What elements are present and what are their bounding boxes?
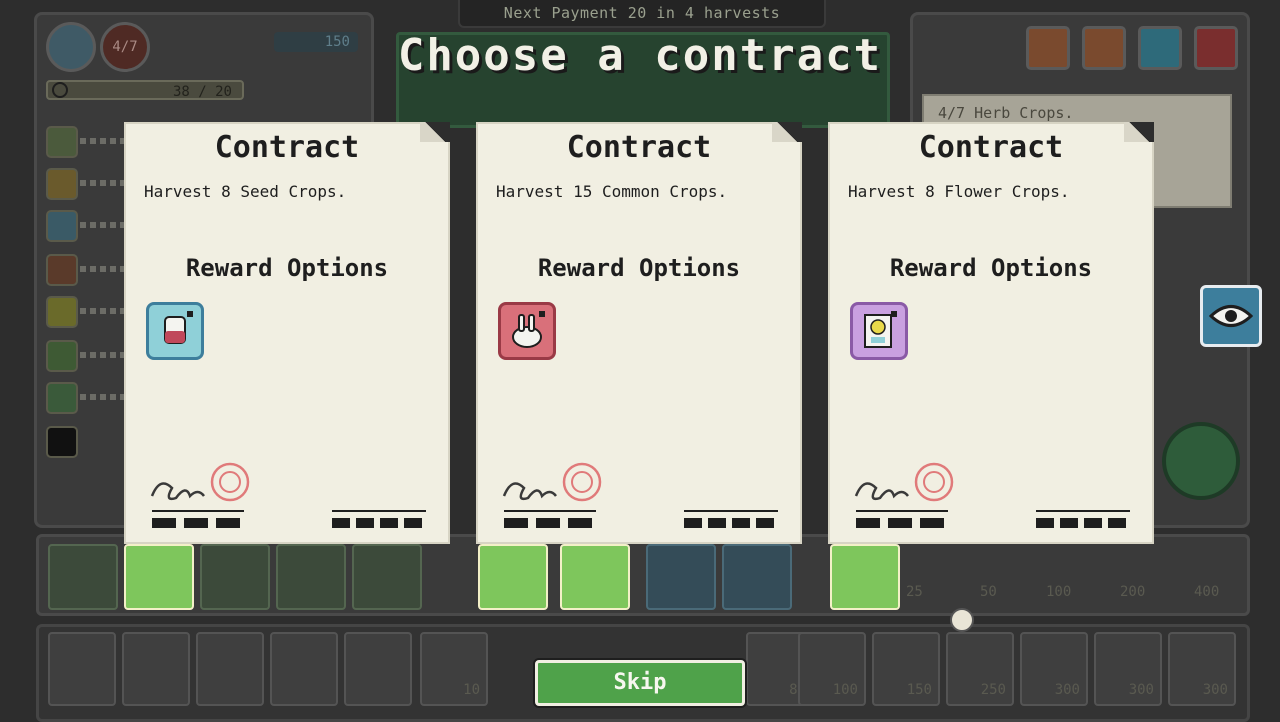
plot-slot[interactable]: 100 bbox=[798, 632, 866, 706]
book-button[interactable] bbox=[1082, 26, 1126, 70]
plot-slot[interactable]: 250 bbox=[946, 632, 1014, 706]
plot-slot[interactable] bbox=[122, 632, 190, 706]
potion-glyph-icon bbox=[164, 311, 193, 344]
date-line bbox=[684, 510, 778, 512]
hand-slot-price: 50 bbox=[980, 584, 997, 600]
slot-price: 100 bbox=[832, 682, 858, 698]
hand-cursor-icon bbox=[950, 608, 974, 632]
crop-progress-line bbox=[80, 352, 130, 358]
reward-options-heading: Reward Options bbox=[537, 254, 741, 282]
progress-dot-icon bbox=[52, 82, 68, 98]
signature-dashes bbox=[152, 518, 244, 528]
hand-slot-price: 200 bbox=[1120, 584, 1146, 600]
plot-slot[interactable]: 10 bbox=[420, 632, 488, 706]
contract-description: Harvest 15 Common Crops. bbox=[496, 182, 728, 201]
reward-options-heading: Reward Options bbox=[889, 254, 1093, 282]
hand-card[interactable] bbox=[276, 544, 346, 610]
weather-icon bbox=[46, 22, 96, 72]
side-note-text: 4/7 Herb Crops. bbox=[938, 104, 1074, 122]
crop-progress-line bbox=[80, 222, 130, 228]
crop-progress-line bbox=[80, 266, 130, 272]
plot-slot[interactable] bbox=[270, 632, 338, 706]
hand-slot-price: 400 bbox=[1194, 584, 1220, 600]
leaf-crop-icon bbox=[46, 168, 78, 200]
reward-options-heading: Reward Options bbox=[185, 254, 389, 282]
signature-dashes bbox=[504, 518, 596, 528]
plot-slot[interactable]: 150 bbox=[872, 632, 940, 706]
signature-dashes bbox=[856, 518, 948, 528]
flower-crop-icon bbox=[46, 340, 78, 372]
coin-counter: 150 bbox=[274, 32, 358, 52]
smiley-note-card-icon[interactable] bbox=[850, 302, 908, 360]
settings-icon[interactable] bbox=[1138, 26, 1182, 70]
eye-icon bbox=[1209, 305, 1253, 327]
hand-slot-price: 25 bbox=[906, 584, 923, 600]
slot-price: 300 bbox=[1128, 682, 1154, 698]
exit-button[interactable] bbox=[1194, 26, 1238, 70]
contract-title: Contract bbox=[918, 130, 1064, 165]
plot-slot[interactable]: 300 bbox=[1094, 632, 1162, 706]
hand-card[interactable] bbox=[722, 544, 792, 610]
contract-card-seed[interactable]: Contract Harvest 8 Seed Crops. Reward Op… bbox=[124, 122, 450, 544]
page-title: Choose a contract bbox=[397, 30, 883, 81]
signature-line bbox=[856, 510, 948, 512]
contract-card-common[interactable]: Contract Harvest 15 Common Crops. Reward… bbox=[476, 122, 802, 544]
hand-card[interactable] bbox=[560, 544, 630, 610]
contract-card-flower[interactable]: Contract Harvest 8 Flower Crops. Reward … bbox=[828, 122, 1154, 544]
plot-slot[interactable] bbox=[196, 632, 264, 706]
rabbit-glyph-icon bbox=[512, 311, 545, 348]
date-line bbox=[332, 510, 426, 512]
crop-progress-line bbox=[80, 180, 130, 186]
hand-card[interactable] bbox=[830, 544, 900, 610]
view-board-button[interactable] bbox=[1200, 285, 1262, 347]
hand-card[interactable] bbox=[478, 544, 548, 610]
harvest-progress: 38 / 20 bbox=[46, 80, 244, 100]
skip-button[interactable]: Skip bbox=[535, 660, 745, 706]
contract-description: Harvest 8 Flower Crops. bbox=[848, 182, 1070, 201]
hand-card[interactable] bbox=[124, 544, 194, 610]
frown-crop-icon bbox=[46, 382, 78, 414]
hand-card[interactable] bbox=[352, 544, 422, 610]
berry-crop-icon bbox=[46, 254, 78, 286]
slot-price: 250 bbox=[980, 682, 1006, 698]
smiley-note-glyph-icon bbox=[864, 311, 897, 348]
contract-description: Harvest 8 Seed Crops. bbox=[144, 182, 347, 201]
contract-title: Contract bbox=[566, 130, 712, 165]
stop-button[interactable] bbox=[1026, 26, 1070, 70]
plot-slot[interactable] bbox=[344, 632, 412, 706]
crop-progress-line bbox=[80, 308, 130, 314]
signature-stamp-icon bbox=[502, 462, 602, 502]
harvest-button[interactable] bbox=[1162, 422, 1240, 500]
plot-slot[interactable] bbox=[48, 632, 116, 706]
signature-stamp-icon bbox=[150, 462, 250, 502]
slot-price: 10 bbox=[463, 682, 480, 698]
plot-slot[interactable]: 300 bbox=[1020, 632, 1088, 706]
rabbit-card-icon[interactable] bbox=[498, 302, 556, 360]
hand-slot-price: 100 bbox=[1046, 584, 1072, 600]
blue-crop-icon bbox=[46, 210, 78, 242]
slot-price: 300 bbox=[1054, 682, 1080, 698]
next-payment-banner: Next Payment 20 in 4 harvests bbox=[458, 0, 826, 28]
potion-card-icon[interactable] bbox=[146, 302, 204, 360]
contract-title: Contract bbox=[214, 130, 360, 165]
dark-crop-icon bbox=[46, 426, 78, 458]
signature-line bbox=[152, 510, 244, 512]
signature-stamp-icon bbox=[854, 462, 954, 502]
slot-price: 300 bbox=[1202, 682, 1228, 698]
signature-line bbox=[504, 510, 596, 512]
date-dashes bbox=[1036, 518, 1130, 528]
date-line bbox=[1036, 510, 1130, 512]
hand-card[interactable] bbox=[48, 544, 118, 610]
crop-progress-line bbox=[80, 394, 130, 400]
date-dashes bbox=[684, 518, 778, 528]
crop-progress-line bbox=[80, 138, 130, 144]
slot-price: 150 bbox=[906, 682, 932, 698]
seed-crop-icon bbox=[46, 126, 78, 158]
herb-count-badge: 4/7 bbox=[100, 22, 150, 72]
date-dashes bbox=[332, 518, 426, 528]
hand-card[interactable] bbox=[200, 544, 270, 610]
smiley-crop-icon bbox=[46, 296, 78, 328]
hand-card[interactable] bbox=[646, 544, 716, 610]
plot-slot[interactable]: 300 bbox=[1168, 632, 1236, 706]
